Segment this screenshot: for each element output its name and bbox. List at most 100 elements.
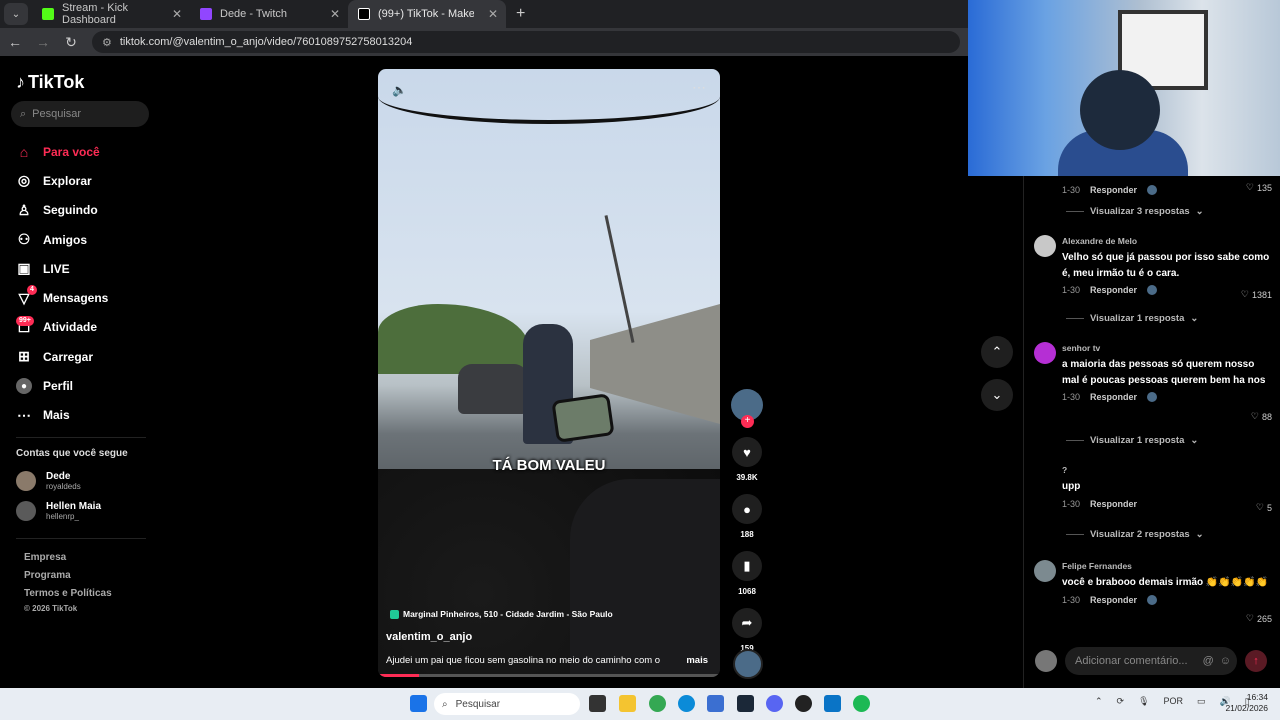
app-tray-icon[interactable]: ⟳ — [1117, 696, 1125, 707]
sidebar-item-carregar[interactable]: ⊞ Carregar — [16, 342, 108, 371]
share-button[interactable]: ➦ — [732, 608, 762, 638]
sidebar-item-atividade[interactable]: ☐ 99+ Atividade — [16, 313, 108, 342]
sidebar-item-live[interactable]: ▣ LIVE — [16, 254, 108, 283]
sidebar-item-seguindo[interactable]: ♙ Seguindo — [16, 196, 108, 225]
sidebar-item-amigos[interactable]: ⚇ Amigos — [16, 225, 108, 254]
comment-like[interactable]: ♡ 5 — [1256, 502, 1272, 513]
sidebar-item-mais[interactable]: ⋯ Mais — [16, 401, 108, 430]
follow-plus-icon[interactable]: + — [741, 415, 754, 428]
view-replies[interactable]: Visualizar 1 resposta ⌄ — [1066, 435, 1198, 446]
site-info-icon[interactable]: ⚙ — [102, 36, 112, 49]
following-item[interactable]: Dede royaldeds — [16, 471, 81, 491]
save-button[interactable]: ▮ — [732, 551, 762, 581]
reply-button[interactable]: Responder — [1090, 392, 1137, 402]
following-item[interactable]: Hellen Maia hellenrp_ — [16, 501, 101, 521]
chrome-icon[interactable] — [649, 695, 666, 712]
clock[interactable]: 16:34 21/02/2026 — [1225, 692, 1268, 714]
reply-button[interactable]: Responder — [1090, 499, 1137, 509]
sidebar-item-para-voce[interactable]: ⌂ Para você — [16, 137, 108, 166]
comment-author[interactable]: Felipe Fernandes — [1062, 561, 1272, 571]
kick-icon — [42, 8, 54, 20]
avatar[interactable] — [1034, 342, 1056, 364]
task-view-icon[interactable] — [589, 695, 606, 712]
author-avatar[interactable]: + — [731, 389, 763, 428]
avatar[interactable] — [1034, 463, 1056, 485]
video-progress[interactable] — [378, 674, 720, 677]
video-player[interactable]: 🔈 ⋯ TÁ BOM VALEU Marginal Pinheiros, 510… — [378, 69, 720, 677]
url-text: tiktok.com/@valentim_o_anjo/video/760108… — [119, 36, 413, 48]
next-video-button[interactable]: ⌄ — [981, 379, 1013, 411]
comment-author[interactable]: Alexandre de Melo — [1062, 236, 1272, 246]
edge-icon[interactable] — [678, 695, 695, 712]
chevron-up-icon: ⌃ — [991, 344, 1003, 359]
footer-link-programa[interactable]: Programa — [24, 570, 71, 581]
reply-button[interactable]: Responder — [1090, 185, 1137, 195]
tab-tiktok[interactable]: (99+) TikTok - Make Your Da ✕ — [348, 0, 506, 28]
music-avatar[interactable] — [733, 649, 763, 679]
sidebar-item-mensagens[interactable]: ▽ 4 Mensagens — [16, 283, 108, 312]
footer-link-empresa[interactable]: Empresa — [24, 552, 66, 563]
avatar — [16, 471, 36, 491]
mention-icon[interactable]: @ — [1203, 655, 1214, 667]
close-icon[interactable]: ✕ — [488, 7, 498, 21]
taskbar-search[interactable]: ⌕ Pesquisar — [434, 693, 580, 715]
obs-icon[interactable] — [795, 695, 812, 712]
tab-kick[interactable]: Stream - Kick Dashboard ✕ — [32, 0, 190, 28]
tab-twitch[interactable]: Dede - Twitch ✕ — [190, 0, 348, 28]
more-options-icon[interactable]: ⋯ — [692, 79, 706, 96]
view-replies[interactable]: Visualizar 2 respostas ⌄ — [1066, 529, 1204, 540]
send-button[interactable]: ↑ — [1245, 650, 1267, 672]
avatar[interactable] — [1034, 235, 1056, 257]
comment-author[interactable]: senhor tv — [1062, 343, 1272, 353]
spotify-icon[interactable] — [853, 695, 870, 712]
tab-search-button[interactable]: ⌄ — [4, 3, 28, 25]
avatar[interactable] — [1034, 560, 1056, 582]
close-icon[interactable]: ✕ — [172, 7, 182, 21]
app-icon[interactable] — [824, 695, 841, 712]
comment-like[interactable]: ♡ 88 — [1251, 411, 1272, 422]
add-comment-bar: Adicionar comentário... @ ☺ ↑ — [1035, 647, 1267, 675]
address-bar[interactable]: ⚙ tiktok.com/@valentim_o_anjo/video/7601… — [92, 31, 960, 53]
volume-icon[interactable]: 🔈 — [392, 83, 407, 97]
previous-video-button[interactable]: ⌃ — [981, 336, 1013, 368]
more-link[interactable]: mais — [686, 655, 708, 666]
comment-button[interactable]: ● — [732, 494, 762, 524]
footer-link-termos[interactable]: Termos e Políticas — [24, 588, 112, 599]
discord-icon[interactable] — [766, 695, 783, 712]
comment-date: 1-30 — [1062, 185, 1081, 195]
close-icon[interactable]: ✕ — [330, 7, 340, 21]
steam-icon[interactable] — [737, 695, 754, 712]
language-indicator[interactable]: POR — [1164, 696, 1184, 707]
reply-button[interactable]: Responder — [1090, 595, 1137, 605]
comment-like[interactable]: ♡ 1381 — [1241, 289, 1272, 300]
view-replies[interactable]: Visualizar 3 respostas ⌄ — [1066, 206, 1204, 217]
view-replies[interactable]: Visualizar 1 resposta ⌄ — [1066, 313, 1198, 324]
comment-like[interactable]: ♡ 265 — [1246, 613, 1272, 624]
new-tab-button[interactable]: + — [516, 5, 525, 23]
comment-input[interactable]: Adicionar comentário... @ ☺ — [1065, 647, 1237, 675]
taskbar-search-label: Pesquisar — [455, 698, 501, 710]
windows-start-icon[interactable] — [410, 695, 427, 712]
sidebar-item-label: Mais — [43, 408, 70, 423]
chevron-up-icon[interactable]: ⌃ — [1095, 696, 1103, 707]
tiktok-logo[interactable]: ♪ TikTok — [16, 72, 84, 93]
microphone-icon[interactable]: 🎙 — [1138, 696, 1149, 707]
creator-liked-avatar — [1147, 392, 1158, 402]
emoji-icon[interactable]: ☺ — [1220, 655, 1231, 667]
back-icon[interactable]: ← — [8, 34, 22, 50]
search-input[interactable]: ⌕ Pesquisar — [11, 101, 149, 127]
reload-icon[interactable]: ↻ — [64, 34, 78, 51]
forward-icon[interactable]: → — [36, 34, 50, 50]
reply-button[interactable]: Responder — [1090, 285, 1137, 295]
sidebar-item-explorar[interactable]: ◎ Explorar — [16, 166, 108, 195]
comment-author[interactable]: ? — [1062, 465, 1272, 475]
view-replies-label: Visualizar 1 resposta — [1090, 313, 1185, 324]
sidebar-item-perfil[interactable]: ● Perfil — [16, 371, 108, 400]
location-tag[interactable]: Marginal Pinheiros, 510 - Cidade Jardim … — [390, 609, 613, 619]
like-button[interactable]: ♥ — [732, 437, 762, 467]
comment-like[interactable]: ♡ 135 — [1246, 182, 1272, 193]
outlook-icon[interactable] — [707, 695, 724, 712]
video-author[interactable]: valentim_o_anjo — [386, 631, 472, 643]
file-explorer-icon[interactable] — [619, 695, 636, 712]
network-icon[interactable]: ▭ — [1197, 696, 1206, 707]
